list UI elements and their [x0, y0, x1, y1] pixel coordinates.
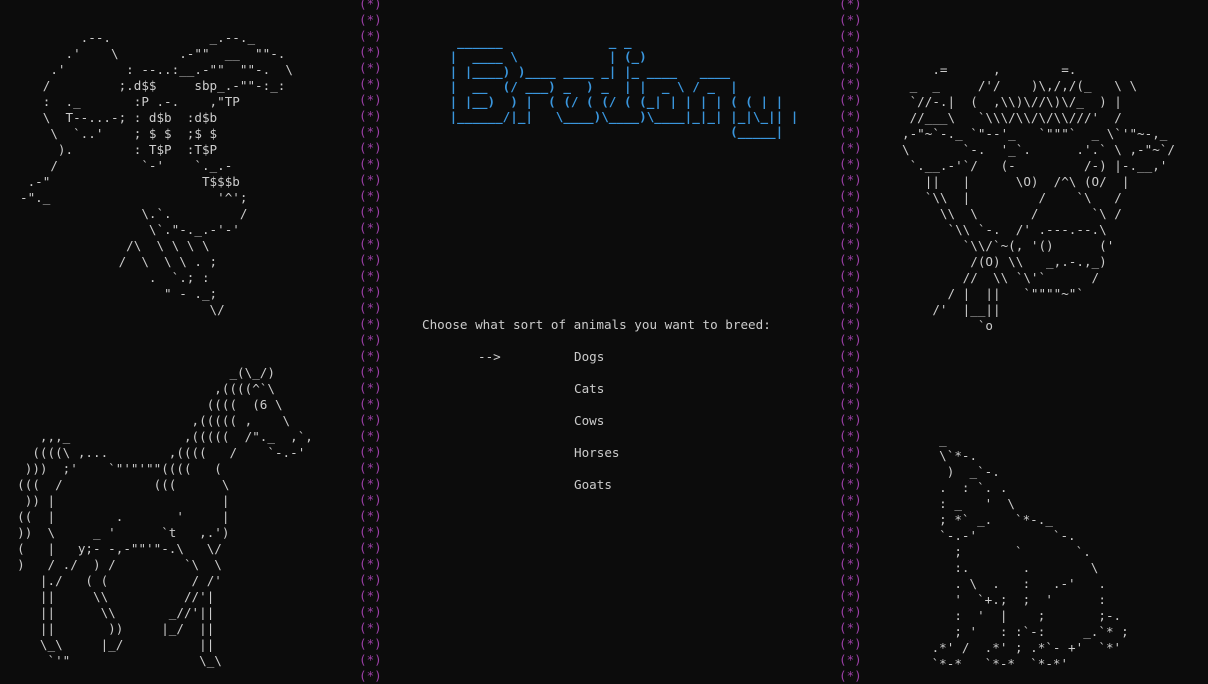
breeding-title-art: ______ _ _ | ____ \ | (_) | |____) )____… [449, 34, 799, 139]
menu-option-goats[interactable]: Goats [574, 477, 612, 493]
menu-option-cows[interactable]: Cows [574, 413, 604, 429]
border-left: (*) (*) (*) (*) (*) (*) (*) (*) (*) (*) … [359, 0, 382, 683]
border-right: (*) (*) (*) (*) (*) (*) (*) (*) (*) (*) … [839, 0, 862, 683]
cat-art: _ \`*-. ) _`-. . : `. . : _ ' \ ; *` _. … [931, 432, 1129, 671]
dog-art: .--. _.--._ .' \ .-"" __ ""-. .' : --..:… [20, 30, 293, 317]
menu-option-dogs[interactable]: Dogs [574, 349, 604, 365]
menu-option-horses[interactable]: Horses [574, 445, 620, 461]
cow-art: .= , =. _ _ /'/ )\,/,/(_ \ \ `//-.| ( ,\… [902, 62, 1175, 333]
menu-prompt: Choose what sort of animals you want to … [422, 317, 771, 332]
menu-selector-arrow: --> [478, 349, 501, 364]
horse-art: _(\_/) ,((((^`\ (((( (6 \ ,((((( , \ ,,,… [17, 365, 313, 668]
menu-option-cats[interactable]: Cats [574, 381, 604, 397]
